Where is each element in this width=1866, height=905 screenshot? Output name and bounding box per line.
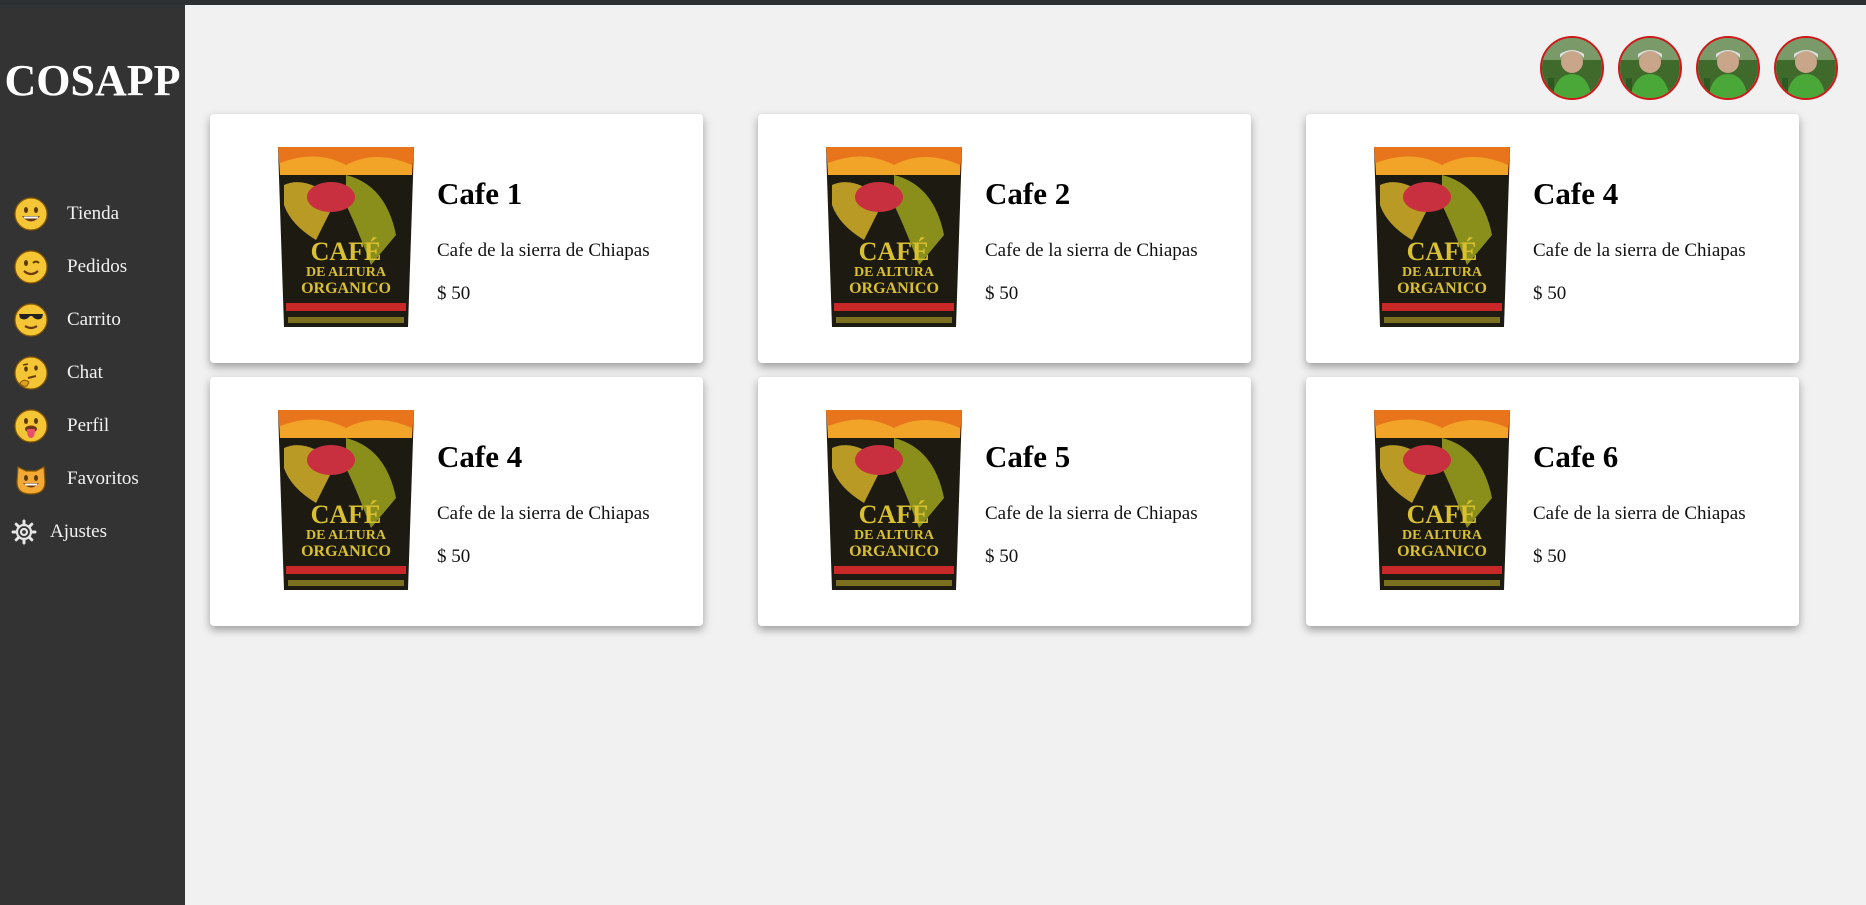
svg-text:CAFÉ: CAFÉ	[859, 500, 930, 529]
avatar[interactable]	[1696, 36, 1760, 100]
svg-text:DE ALTURA: DE ALTURA	[306, 528, 387, 543]
sidebar-item-label: Perfil	[67, 414, 110, 436]
sidebar-item-label: Pedidos	[67, 255, 128, 277]
product-image: CAFÉ DE ALTURA ORGANICO	[1372, 408, 1512, 590]
product-card[interactable]: CAFÉ DE ALTURA ORGANICO Cafe 4 Cafe de la …	[210, 377, 703, 626]
product-image: CAFÉ DE ALTURA ORGANICO	[276, 408, 416, 590]
product-price: $ 50	[1533, 546, 1567, 567]
product-image: CAFÉ DE ALTURA ORGANICO	[824, 145, 964, 327]
sidebar-item-label: Carrito	[67, 308, 121, 330]
svg-text:CAFÉ: CAFÉ	[1407, 500, 1478, 529]
sidebar-item-label: Chat	[67, 361, 103, 383]
product-description: Cafe de la sierra de Chiapas	[985, 503, 1198, 524]
sidebar: COSAPP Tienda Pedidos Carrito Chat Perfi…	[0, 5, 185, 905]
product-description: Cafe de la sierra de Chiapas	[1533, 240, 1746, 261]
svg-text:ORGANICO: ORGANICO	[301, 280, 391, 297]
svg-text:CAFÉ: CAFÉ	[311, 500, 382, 529]
product-image: CAFÉ DE ALTURA ORGANICO	[1372, 145, 1512, 327]
product-price: $ 50	[985, 283, 1019, 304]
product-card[interactable]: CAFÉ DE ALTURA ORGANICO Cafe 6 Cafe de la …	[1306, 377, 1799, 626]
sidebar-item-carrito[interactable]: Carrito	[0, 293, 185, 346]
svg-text:DE ALTURA: DE ALTURA	[306, 265, 387, 280]
product-title: Cafe 2	[985, 176, 1071, 211]
gear-icon	[11, 519, 37, 545]
svg-text:ORGANICO: ORGANICO	[849, 280, 939, 297]
sidebar-item-favoritos[interactable]: Favoritos	[0, 452, 185, 505]
svg-text:CAFÉ: CAFÉ	[859, 237, 930, 266]
avatar[interactable]	[1774, 36, 1838, 100]
product-image: CAFÉ DE ALTURA ORGANICO	[824, 408, 964, 590]
svg-text:DE ALTURA: DE ALTURA	[854, 265, 935, 280]
grinning-face-icon	[14, 196, 48, 231]
sidebar-item-label: Ajustes	[50, 520, 107, 542]
product-title: Cafe 5	[985, 439, 1071, 474]
avatar-row	[1540, 36, 1838, 100]
svg-text:ORGANICO: ORGANICO	[1397, 280, 1487, 297]
product-description: Cafe de la sierra de Chiapas	[437, 503, 650, 524]
svg-text:DE ALTURA: DE ALTURA	[854, 528, 935, 543]
avatar[interactable]	[1618, 36, 1682, 100]
winking-face-icon	[14, 249, 48, 284]
app-brand: COSAPP	[4, 56, 181, 105]
sidebar-item-perfil[interactable]: Perfil	[0, 399, 185, 452]
product-price: $ 50	[985, 546, 1019, 567]
svg-text:ORGANICO: ORGANICO	[301, 543, 391, 560]
product-title: Cafe 1	[437, 176, 523, 211]
product-title: Cafe 6	[1533, 439, 1619, 474]
product-price: $ 50	[437, 283, 471, 304]
grinning-cat-icon	[14, 462, 48, 496]
svg-text:CAFÉ: CAFÉ	[311, 237, 382, 266]
product-price: $ 50	[437, 546, 471, 567]
sidebar-item-label: Favoritos	[67, 467, 139, 489]
product-card[interactable]: CAFÉ DE ALTURA ORGANICO Cafe 5 Cafe de la …	[758, 377, 1251, 626]
svg-text:ORGANICO: ORGANICO	[849, 543, 939, 560]
sidebar-item-chat[interactable]: Chat	[0, 346, 185, 399]
product-description: Cafe de la sierra de Chiapas	[985, 240, 1198, 261]
sunglasses-face-icon	[14, 302, 48, 337]
product-description: Cafe de la sierra de Chiapas	[1533, 503, 1746, 524]
avatar[interactable]	[1540, 36, 1604, 100]
svg-text:CAFÉ: CAFÉ	[1407, 237, 1478, 266]
sidebar-item-label: Tienda	[67, 202, 120, 224]
product-card[interactable]: CAFÉ DE ALTURA ORGANICO Cafe 4 Cafe de la …	[1306, 114, 1799, 363]
product-card[interactable]: CAFÉ DE ALTURA ORGANICO Cafe 1 Cafe de la …	[210, 114, 703, 363]
product-image: CAFÉ DE ALTURA ORGANICO	[276, 145, 416, 327]
window-top-bar	[0, 0, 1866, 5]
tongue-face-icon	[14, 408, 48, 443]
svg-text:ORGANICO: ORGANICO	[1397, 543, 1487, 560]
product-price: $ 50	[1533, 283, 1567, 304]
sidebar-item-pedidos[interactable]: Pedidos	[0, 240, 185, 293]
sidebar-item-ajustes[interactable]: Ajustes	[0, 505, 185, 558]
thinking-face-icon	[14, 355, 48, 390]
sidebar-nav: Tienda Pedidos Carrito Chat Perfil Favor…	[0, 187, 185, 558]
product-card[interactable]: CAFÉ DE ALTURA ORGANICO Cafe 2 Cafe de la …	[758, 114, 1251, 363]
sidebar-item-tienda[interactable]: Tienda	[0, 187, 185, 240]
product-title: Cafe 4	[1533, 176, 1619, 211]
product-title: Cafe 4	[437, 439, 523, 474]
svg-text:DE ALTURA: DE ALTURA	[1402, 528, 1483, 543]
product-description: Cafe de la sierra de Chiapas	[437, 240, 650, 261]
svg-text:DE ALTURA: DE ALTURA	[1402, 265, 1483, 280]
